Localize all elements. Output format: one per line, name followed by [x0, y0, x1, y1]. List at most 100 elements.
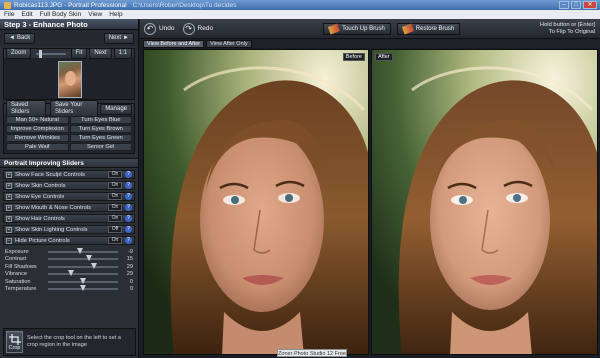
- tab-view-before-after[interactable]: View Before and After: [143, 40, 205, 48]
- help-icon[interactable]: ?: [125, 204, 132, 211]
- help-icon[interactable]: ?: [125, 171, 132, 178]
- flip-to-original-hint[interactable]: Hold button or [Enter] To Flip To Origin…: [540, 22, 595, 36]
- window-title: Portrait Professional: [68, 1, 127, 9]
- contrast-slider-row: Contrast 15: [5, 255, 133, 263]
- saturation-slider[interactable]: [48, 277, 118, 284]
- saturation-slider-row: Saturation 0: [5, 277, 133, 285]
- preset-remove-wrinkles[interactable]: Remove Wrinkles: [6, 134, 69, 142]
- exposure-slider[interactable]: [48, 247, 118, 254]
- arrow-right-icon: ►: [123, 34, 129, 41]
- zoom-fit-button[interactable]: Fit: [70, 48, 88, 59]
- preset-turn-eyes-green[interactable]: Turn Eyes Green: [69, 134, 132, 142]
- step-nav: ◄ Back Next ►: [0, 30, 138, 46]
- toggle-state[interactable]: On: [108, 237, 122, 244]
- zoom-1to1-button[interactable]: 1:1: [113, 48, 132, 59]
- expand-icon[interactable]: +: [6, 182, 12, 189]
- expand-icon[interactable]: +: [6, 193, 12, 200]
- eye-controls-row[interactable]: + Show Eye Controls On ?: [3, 192, 135, 201]
- slider-knob[interactable]: [90, 262, 97, 269]
- tab-view-after-only[interactable]: View After Only: [206, 40, 252, 48]
- zoom-toggle[interactable]: Zoom: [6, 48, 32, 59]
- mouth-nose-controls-row[interactable]: + Show Mouth & Nose Controls On ?: [3, 203, 135, 212]
- main-toolbar: ↶ Undo ↷ Redo Touch Up Brush Restore Brush…: [140, 19, 600, 39]
- window-title-bar: Robicas113.JPG - Portrait Professional C…: [0, 0, 600, 10]
- preset-turn-eyes-brown[interactable]: Turn Eyes Brown: [69, 125, 132, 133]
- menu-view[interactable]: View: [88, 11, 102, 18]
- zoom-next-button[interactable]: Next: [89, 48, 112, 59]
- menu-file[interactable]: File: [4, 11, 14, 18]
- expand-icon[interactable]: +: [6, 226, 12, 233]
- crop-help-text: Select the crop tool on the left to set …: [27, 335, 121, 348]
- help-icon[interactable]: ?: [125, 182, 132, 189]
- toggle-state[interactable]: Off: [108, 226, 122, 233]
- temperature-slider[interactable]: [48, 285, 118, 292]
- vibrance-slider-row: Vibrance 29: [5, 270, 133, 278]
- fill-shadows-slider[interactable]: [48, 262, 118, 269]
- crop-button[interactable]: Crop: [6, 331, 23, 353]
- picture-controls-row[interactable]: − Hide Picture Controls On ?: [3, 236, 135, 245]
- menu-bar: File Edit Full Body Skin View Help: [0, 10, 600, 19]
- toggle-state[interactable]: On: [108, 182, 122, 189]
- back-button[interactable]: ◄ Back: [4, 32, 36, 44]
- expand-icon[interactable]: +: [6, 204, 12, 211]
- step-title: Step 3 - Enhance Photo: [0, 19, 138, 30]
- next-button[interactable]: Next ►: [103, 32, 134, 44]
- face-sculpt-controls-row[interactable]: + Show Face Sculpt Controls On ?: [3, 170, 135, 179]
- exposure-slider-row: Exposure -9: [5, 247, 133, 255]
- after-label: After: [375, 53, 393, 61]
- vibrance-slider[interactable]: [48, 270, 118, 277]
- preset-senior-girl[interactable]: Senior Girl: [69, 143, 132, 151]
- contrast-slider[interactable]: [48, 255, 118, 262]
- close-icon[interactable]: ✕: [583, 1, 597, 9]
- help-icon[interactable]: ?: [125, 215, 132, 222]
- toggle-state[interactable]: On: [108, 171, 122, 178]
- preset-pale-waif[interactable]: Pale Waif: [6, 143, 69, 151]
- crop-panel: Crop Select the crop tool on the left to…: [3, 328, 136, 356]
- left-control-panel: Step 3 - Enhance Photo ◄ Back Next ► Zoom …: [0, 19, 139, 358]
- hair-controls-row[interactable]: + Show Hair Controls On ?: [3, 214, 135, 223]
- expand-icon[interactable]: +: [6, 215, 12, 222]
- before-portrait-photo: [144, 50, 368, 354]
- photo-thumbnail[interactable]: [58, 61, 82, 98]
- menu-full-body-skin[interactable]: Full Body Skin: [40, 11, 82, 18]
- help-icon[interactable]: ?: [125, 193, 132, 200]
- touch-up-brush-button[interactable]: Touch Up Brush: [323, 22, 391, 35]
- crop-icon: [8, 333, 21, 345]
- window-path: C:\Users\Rober\Desktop\Tu decides: [132, 1, 237, 9]
- window-filename: Robicas113.JPG: [14, 1, 63, 9]
- help-icon[interactable]: ?: [125, 237, 132, 244]
- expand-icon[interactable]: +: [6, 171, 12, 178]
- slider-knob[interactable]: [68, 270, 75, 277]
- maximize-icon[interactable]: □: [571, 1, 581, 9]
- redo-button[interactable]: ↷ Redo: [182, 22, 213, 35]
- preset-turn-eyes-blue[interactable]: Turn Eyes Blue: [69, 116, 132, 124]
- zoom-slider-knob[interactable]: [39, 49, 43, 58]
- skin-lighting-controls-row[interactable]: + Show Skin Lighting Controls Off ?: [3, 225, 135, 234]
- menu-edit[interactable]: Edit: [21, 11, 32, 18]
- restore-brush-button[interactable]: Restore Brush: [396, 22, 461, 35]
- minimize-icon[interactable]: –: [559, 1, 569, 9]
- zoom-slider[interactable]: [36, 49, 66, 58]
- picture-sliders: Exposure -9 Contrast 15 Fill Shadows 29 …: [3, 247, 135, 294]
- skin-controls-row[interactable]: + Show Skin Controls On ?: [3, 181, 135, 190]
- restore-brush-icon: [401, 23, 414, 34]
- after-image-pane[interactable]: After: [371, 49, 598, 355]
- collapse-icon[interactable]: −: [6, 237, 12, 244]
- toggle-state[interactable]: On: [108, 215, 122, 222]
- undo-button[interactable]: ↶ Undo: [144, 22, 175, 35]
- menu-help[interactable]: Help: [109, 11, 122, 18]
- toggle-state[interactable]: On: [108, 193, 122, 200]
- slider-knob[interactable]: [80, 277, 86, 284]
- slider-knob[interactable]: [85, 255, 92, 262]
- slider-knob[interactable]: [80, 285, 86, 292]
- preset-man-50-natural[interactable]: Man 50+ Natural: [6, 116, 69, 124]
- manage-sliders-button[interactable]: Manage: [100, 103, 132, 115]
- app-icon: [4, 1, 11, 9]
- help-icon[interactable]: ?: [125, 226, 132, 233]
- slider-knob[interactable]: [77, 247, 84, 254]
- before-image-pane[interactable]: Before: [143, 49, 369, 355]
- preset-improve-complexion[interactable]: Improve Complexion: [6, 125, 69, 133]
- after-portrait-photo: [372, 50, 597, 354]
- redo-icon: ↷: [182, 22, 195, 35]
- toggle-state[interactable]: On: [108, 204, 122, 211]
